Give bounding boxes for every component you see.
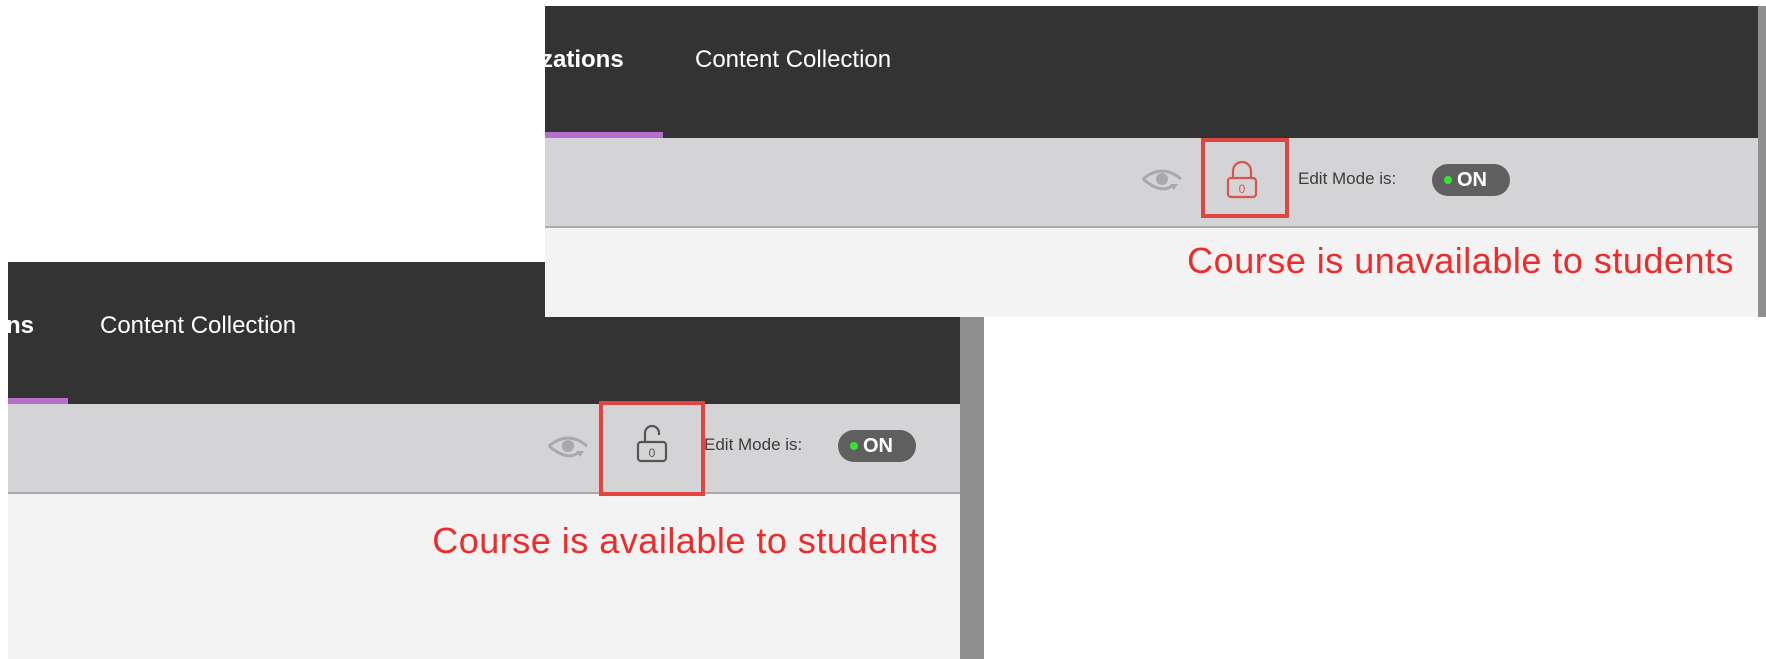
toggle-status-dot [1444, 176, 1452, 184]
course-toolbar: 0 Edit Mode is: ON [8, 404, 960, 494]
edit-mode-state: ON [1457, 168, 1487, 191]
edit-mode-label: Edit Mode is: [1298, 169, 1397, 188]
toggle-status-dot [850, 442, 858, 450]
eye-icon[interactable] [546, 428, 590, 464]
highlight-box [599, 401, 705, 496]
top-nav-bar: zations Content Collection [545, 6, 1766, 138]
edit-mode-label: Edit Mode is: [704, 435, 803, 454]
tab-organizations[interactable]: zations [545, 46, 624, 74]
edit-mode-toggle[interactable]: ON [838, 430, 916, 462]
edit-mode-toggle[interactable]: ON [1432, 164, 1510, 196]
highlight-box [1201, 138, 1289, 218]
course-content-area [8, 494, 960, 659]
course-toolbar: 0 Edit Mode is: ON [545, 138, 1766, 228]
availability-caption: Course is unavailable to students [1187, 240, 1734, 281]
edit-mode-state: ON [863, 434, 893, 457]
tab-content-collection[interactable]: Content Collection [695, 46, 891, 74]
eye-icon[interactable] [1140, 161, 1184, 197]
course-available-panel: ns Content Collection 0 Edit Mode is: ON… [8, 262, 984, 659]
course-unavailable-panel: zations Content Collection 0 Edit Mode i… [545, 6, 1766, 317]
tab-content-collection[interactable]: Content Collection [100, 312, 296, 340]
availability-caption: Course is available to students [432, 520, 938, 561]
tab-organizations[interactable]: ns [8, 312, 34, 340]
